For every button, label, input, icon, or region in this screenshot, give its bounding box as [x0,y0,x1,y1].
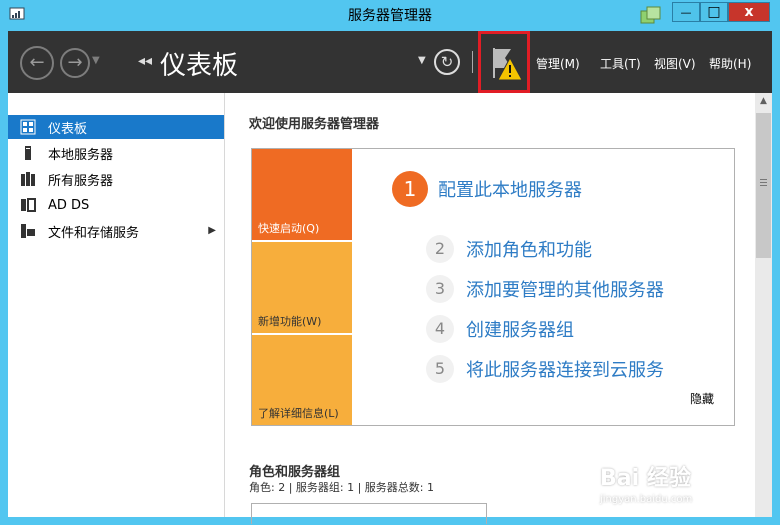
window-title: 服务器管理器 [348,8,432,24]
server-icon [25,146,31,160]
dashboard-icon [20,119,36,135]
step-connect-cloud[interactable]: 5 将此服务器连接到云服务 [426,355,664,383]
toolbar: ← → ▼ ◂◂ 仪表板 ▼ ↻ 管理(M) 工具(T) 视图(V) 帮助(H) [8,31,772,93]
back-button[interactable]: ← [20,46,54,80]
step-label: 添加角色和功能 [466,240,592,261]
sidebar-item-ad-ds[interactable]: AD DS [8,193,224,217]
title-bar: 服务器管理器 — □ x [0,0,780,30]
sidebar-item-label: AD DS [48,197,90,213]
close-icon: x [744,4,754,20]
breadcrumb-dropdown-icon[interactable]: ▼ [418,55,426,66]
history-dropdown-icon[interactable]: ▼ [92,55,100,66]
tile-whats-new[interactable]: 新增功能(W) [252,242,352,333]
vertical-scrollbar[interactable]: ▲ [755,93,772,517]
step-configure-local-server[interactable]: 1 配置此本地服务器 [392,171,582,207]
step-number: 3 [426,275,454,303]
maximize-button[interactable]: □ [700,2,728,22]
sidebar-item-all-servers[interactable]: 所有服务器 [8,167,224,191]
welcome-panel: 快速启动(Q) 新增功能(W) 了解详细信息(L) 1 配置此本地服务器 2 添… [251,148,735,426]
notification-flag-warning-icon [493,48,523,81]
roles-summary: 角色: 2 | 服务器组: 1 | 服务器总数: 1 [249,481,435,494]
scroll-up-icon[interactable]: ▲ [755,93,772,110]
refresh-icon: ↻ [440,53,454,71]
dashboard-content: 欢迎使用服务器管理器 快速启动(Q) 新增功能(W) 了解详细信息(L) 1 配… [225,93,755,524]
toolbar-separator [472,51,473,73]
scroll-grip-icon [760,179,767,180]
watermark: Bai 经验 jingyan.baidu.com [600,460,692,505]
sidebar-item-dashboard[interactable]: 仪表板 [8,115,224,139]
servers-icon [21,172,35,186]
menu-tools[interactable]: 工具(T) [600,55,641,72]
sidebar-item-label: 所有服务器 [48,173,114,189]
hide-link[interactable]: 隐藏 [690,390,714,407]
step-label: 添加要管理的其他服务器 [466,280,664,301]
menu-view[interactable]: 视图(V) [654,55,696,72]
tile-learn-more[interactable]: 了解详细信息(L) [252,335,352,425]
file-storage-icon [21,224,35,238]
step-add-servers[interactable]: 3 添加要管理的其他服务器 [426,275,664,303]
roles-heading: 角色和服务器组 [249,465,341,480]
sidebar-item-local-server[interactable]: 本地服务器 [8,141,224,165]
sidebar-item-label: 仪表板 [48,121,88,137]
step-label: 创建服务器组 [466,320,574,341]
minimize-button[interactable]: — [672,2,700,22]
back-arrow-icon: ← [29,52,45,73]
step-create-server-group[interactable]: 4 创建服务器组 [426,315,574,343]
breadcrumb-arrows-icon: ◂◂ [138,53,153,69]
tile-quick-start[interactable]: 快速启动(Q) [252,149,352,240]
close-button[interactable]: x [728,2,770,22]
step-label: 将此服务器连接到云服务 [466,360,664,381]
tile-label: 快速启动(Q) [258,222,320,235]
ad-ds-icon [21,198,36,212]
welcome-heading: 欢迎使用服务器管理器 [249,117,380,132]
step-number: 1 [392,171,428,207]
watermark-url: jingyan.baidu.com [600,494,693,505]
step-label: 配置此本地服务器 [438,180,582,201]
submenu-arrow-icon[interactable]: ▶ [208,225,216,236]
menu-help[interactable]: 帮助(H) [709,55,751,72]
menu-manage[interactable]: 管理(M) [536,55,580,72]
role-tile[interactable] [251,503,487,524]
forward-button[interactable]: → [60,48,90,78]
step-number: 5 [426,355,454,383]
sidebar: 仪表板 本地服务器 所有服务器 AD DS 文件和存储服务 ▶ [8,93,225,517]
tile-label: 新增功能(W) [258,315,322,328]
step-number: 2 [426,235,454,263]
scroll-thumb[interactable] [756,113,771,258]
step-add-roles[interactable]: 2 添加角色和功能 [426,235,592,263]
sidebar-item-label: 本地服务器 [48,147,114,163]
step-number: 4 [426,315,454,343]
windows-tasks-icon[interactable] [640,6,662,24]
notifications-flag-button[interactable] [478,31,530,93]
forward-arrow-icon: → [67,52,83,73]
sidebar-item-file-storage[interactable]: 文件和存储服务 ▶ [8,219,224,243]
breadcrumb-title: 仪表板 [160,51,239,81]
sidebar-item-label: 文件和存储服务 [48,225,140,241]
tile-label: 了解详细信息(L) [258,407,339,420]
maximize-icon: □ [707,4,721,20]
minimize-icon: — [680,5,692,19]
watermark-brand: Bai 经验 [600,466,691,491]
server-manager-window: 服务器管理器 — □ x ← → ▼ ◂◂ 仪表板 ▼ ↻ 管理(M) 工具(T… [0,0,780,525]
refresh-button[interactable]: ↻ [434,49,460,75]
